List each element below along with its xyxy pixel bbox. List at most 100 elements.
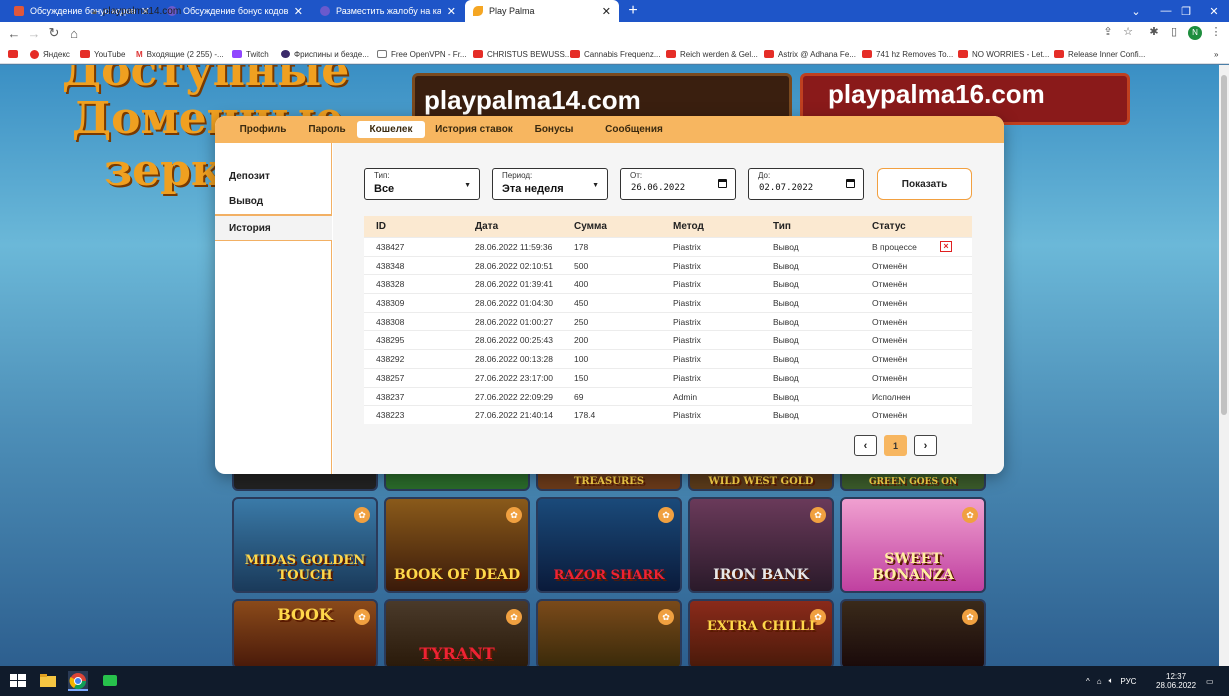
cell-id: 438292 [376, 354, 405, 365]
side-panel-icon[interactable]: ▯ [1166, 25, 1182, 41]
tab-messages[interactable]: Сообщения [591, 121, 677, 138]
game-card[interactable]: ✿ EXTRA CHILLI [688, 599, 834, 666]
bookmark-item[interactable]: Release Inner Confi... [1054, 48, 1145, 60]
sidebar-item-withdraw[interactable]: Вывод [215, 189, 332, 215]
next-page-button[interactable]: › [914, 435, 937, 456]
cell-id: 438257 [376, 372, 405, 383]
promo-domain-right[interactable]: playpalma16.com [828, 79, 1045, 110]
windows-start-icon[interactable] [8, 671, 28, 691]
page-1-button[interactable]: 1 [884, 435, 907, 456]
tab-password[interactable]: Пароль [301, 121, 353, 138]
sidebar-item-history[interactable]: История [215, 215, 332, 241]
cell-status: В процессе [872, 242, 917, 252]
file-explorer-icon[interactable] [38, 671, 58, 691]
table-row: 438223 27.06.2022 21:40:14 178.4 Piastrix Вы… [364, 405, 972, 424]
game-card-iron-bank[interactable]: ✿ IRON BANK [688, 497, 834, 593]
bookmark-star-icon[interactable]: ☆ [1120, 25, 1136, 41]
show-button[interactable]: Показать [877, 168, 972, 200]
bookmark-item[interactable]: NO WORRIES - Let... [958, 48, 1049, 60]
language-indicator[interactable]: РУС [1120, 677, 1136, 686]
favorite-icon[interactable]: ✿ [658, 507, 674, 523]
cell-amount: 150 [574, 372, 589, 383]
cell-amount: 69 [574, 391, 584, 402]
app-taskbar-icon[interactable] [100, 671, 120, 691]
close-window-icon[interactable]: ✕ [1196, 0, 1229, 22]
bookmark-item[interactable]: Twitch [232, 48, 269, 60]
tab-bonuses[interactable]: Бонусы [527, 121, 581, 138]
favorite-icon[interactable]: ✿ [506, 609, 522, 625]
cancel-withdrawal-icon[interactable]: × [940, 241, 952, 252]
promo-domain-left[interactable]: playpalma14.com [424, 85, 641, 116]
cell-date: 28.06.2022 00:13:28 [475, 354, 553, 365]
bookmark-item[interactable]: YouTube [80, 48, 125, 60]
game-card-razor-shark[interactable]: ✿ RAZOR SHARK [536, 497, 682, 593]
bookmark-item[interactable]: Cannabis Frequenz... [570, 48, 661, 60]
period-select[interactable]: Период: Эта неделя ▼ [492, 168, 608, 200]
profile-avatar[interactable]: N [1188, 26, 1202, 40]
bookmarks-overflow-icon[interactable]: » [1214, 48, 1218, 60]
forward-icon[interactable]: → [24, 26, 44, 41]
cell-type: Вывод [773, 242, 799, 252]
extensions-icon[interactable]: ✱ [1146, 25, 1162, 41]
favorite-icon[interactable]: ✿ [506, 507, 522, 523]
game-card[interactable]: ✿ BOOK [232, 599, 378, 666]
calendar-icon[interactable] [718, 179, 727, 188]
date-to-field[interactable]: До: 02.07.2022 [748, 168, 864, 200]
volume-icon[interactable]: 🔈︎ [1109, 676, 1114, 686]
reload-icon[interactable]: ↻ [44, 25, 64, 41]
game-card-midas[interactable]: ✿ MIDAS GOLDEN TOUCH [232, 497, 378, 593]
scrollbar-thumb[interactable] [1221, 75, 1227, 415]
calendar-icon[interactable] [846, 179, 855, 188]
bookmark-youtube-icon[interactable] [8, 48, 22, 60]
tab-wallet[interactable]: Кошелек [357, 121, 425, 138]
game-card-sweet-bonanza[interactable]: ✿ SWEET BONANZA [840, 497, 986, 593]
back-icon[interactable]: ← [4, 26, 24, 41]
favorite-icon[interactable]: ✿ [810, 507, 826, 523]
favorite-icon[interactable]: ✿ [354, 507, 370, 523]
game-card[interactable]: ✿ [536, 599, 682, 666]
type-select[interactable]: Тип: Все ▼ [364, 168, 480, 200]
clock[interactable]: 12:37 28.06.2022 [1156, 666, 1196, 696]
game-card-book-of-dead[interactable]: ✿ BOOK OF DEAD [384, 497, 530, 593]
cell-amount: 400 [574, 279, 589, 290]
bookmark-item[interactable]: M Входящие (2 255) -... [136, 48, 224, 60]
cell-date: 28.06.2022 01:39:41 [475, 279, 553, 290]
cell-amount: 200 [574, 335, 589, 346]
cell-amount: 250 [574, 316, 589, 327]
share-icon[interactable]: ⇪ [1100, 25, 1116, 41]
network-icon[interactable]: ⌂ [1097, 677, 1102, 686]
bookmark-item[interactable]: Reich werden & Gel... [666, 48, 758, 60]
bookmark-item[interactable]: Free OpenVPN - Fr... [377, 48, 467, 60]
bookmark-item[interactable]: 741 hz Removes To... [862, 48, 953, 60]
bookmark-item[interactable]: Astrix @ Adhana Fe... [764, 48, 856, 60]
cell-amount: 100 [574, 354, 589, 365]
bookmark-item[interactable]: Фриспины и безде... [281, 48, 369, 60]
prev-page-button[interactable]: ‹ [854, 435, 877, 456]
table-row: 438295 28.06.2022 00:25:43 200 Piastrix Выво… [364, 330, 972, 349]
lock-icon[interactable]: 🔒︎ [92, 6, 97, 17]
cell-status: Отменён [872, 335, 908, 346]
page-scrollbar[interactable] [1219, 65, 1229, 666]
bookmark-item[interactable]: Яндекс [30, 48, 70, 60]
cell-status: Отменён [872, 279, 908, 290]
menu-dots-icon[interactable]: ⋮ [1208, 25, 1224, 41]
date-from-field[interactable]: От: 26.06.2022 [620, 168, 736, 200]
tab-profile[interactable]: Профиль [233, 121, 293, 138]
sidebar-item-deposit[interactable]: Депозит [215, 163, 332, 189]
cell-type: Вывод [773, 316, 799, 327]
home-icon[interactable]: ⌂ [64, 26, 84, 41]
bookmark-item[interactable]: CHRISTUS BEWUSS... [473, 48, 571, 60]
game-card[interactable]: ✿ [840, 599, 986, 666]
tray-chevron-icon[interactable]: ^ [1086, 677, 1090, 686]
tab-bet-history[interactable]: История ставок [431, 121, 517, 138]
system-tray: ^ ⌂ 🔈︎ РУС [1086, 666, 1136, 696]
url-field[interactable]: 🔒︎ playpalma14.com [92, 2, 1092, 20]
caret-down-icon: ▼ [464, 182, 471, 189]
favorite-icon[interactable]: ✿ [962, 609, 978, 625]
column-header: Сумма [574, 221, 607, 232]
chrome-taskbar-icon[interactable] [68, 671, 88, 691]
notifications-icon[interactable]: ▭ [1206, 666, 1214, 696]
favorite-icon[interactable]: ✿ [658, 609, 674, 625]
favorite-icon[interactable]: ✿ [962, 507, 978, 523]
game-card[interactable]: ✿ TYRANT [384, 599, 530, 666]
